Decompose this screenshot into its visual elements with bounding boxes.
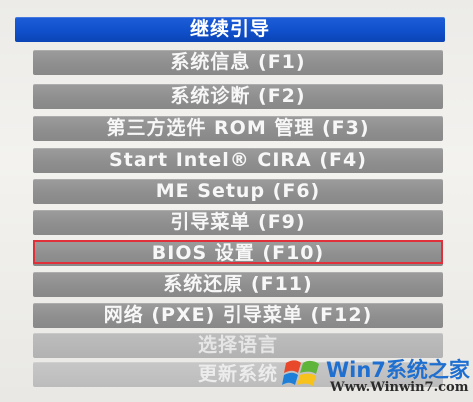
menu-item-me-setup[interactable]: ME Setup (F6)	[33, 179, 443, 204]
menu-item-continue-boot[interactable]: 继续引导	[15, 17, 445, 42]
menu-item-intel-cira[interactable]: Start Intel® CIRA (F4)	[33, 148, 443, 173]
menu-item-system-recovery[interactable]: 系统还原 (F11)	[33, 272, 443, 297]
boot-menu-screen: 继续引导 系统信息 (F1) 系统诊断 (F2) 第三方选件 ROM 管理 (F…	[0, 0, 473, 402]
menu-item-boot-menu[interactable]: 引导菜单 (F9)	[33, 210, 443, 235]
bios-setup-highlight-box	[33, 240, 443, 264]
watermark-url: Www.Winwin7.com	[330, 380, 469, 395]
menu-item-option-rom[interactable]: 第三方选件 ROM 管理 (F3)	[33, 116, 443, 141]
menu-item-system-diagnostics[interactable]: 系统诊断 (F2)	[33, 84, 443, 109]
windows-logo-icon	[282, 360, 319, 386]
menu-item-system-info[interactable]: 系统信息 (F1)	[33, 50, 443, 75]
menu-item-network-boot[interactable]: 网络 (PXE) 引导菜单 (F12)	[33, 303, 443, 328]
watermark: Win7系统之家 Www.Winwin7.com	[280, 352, 470, 400]
